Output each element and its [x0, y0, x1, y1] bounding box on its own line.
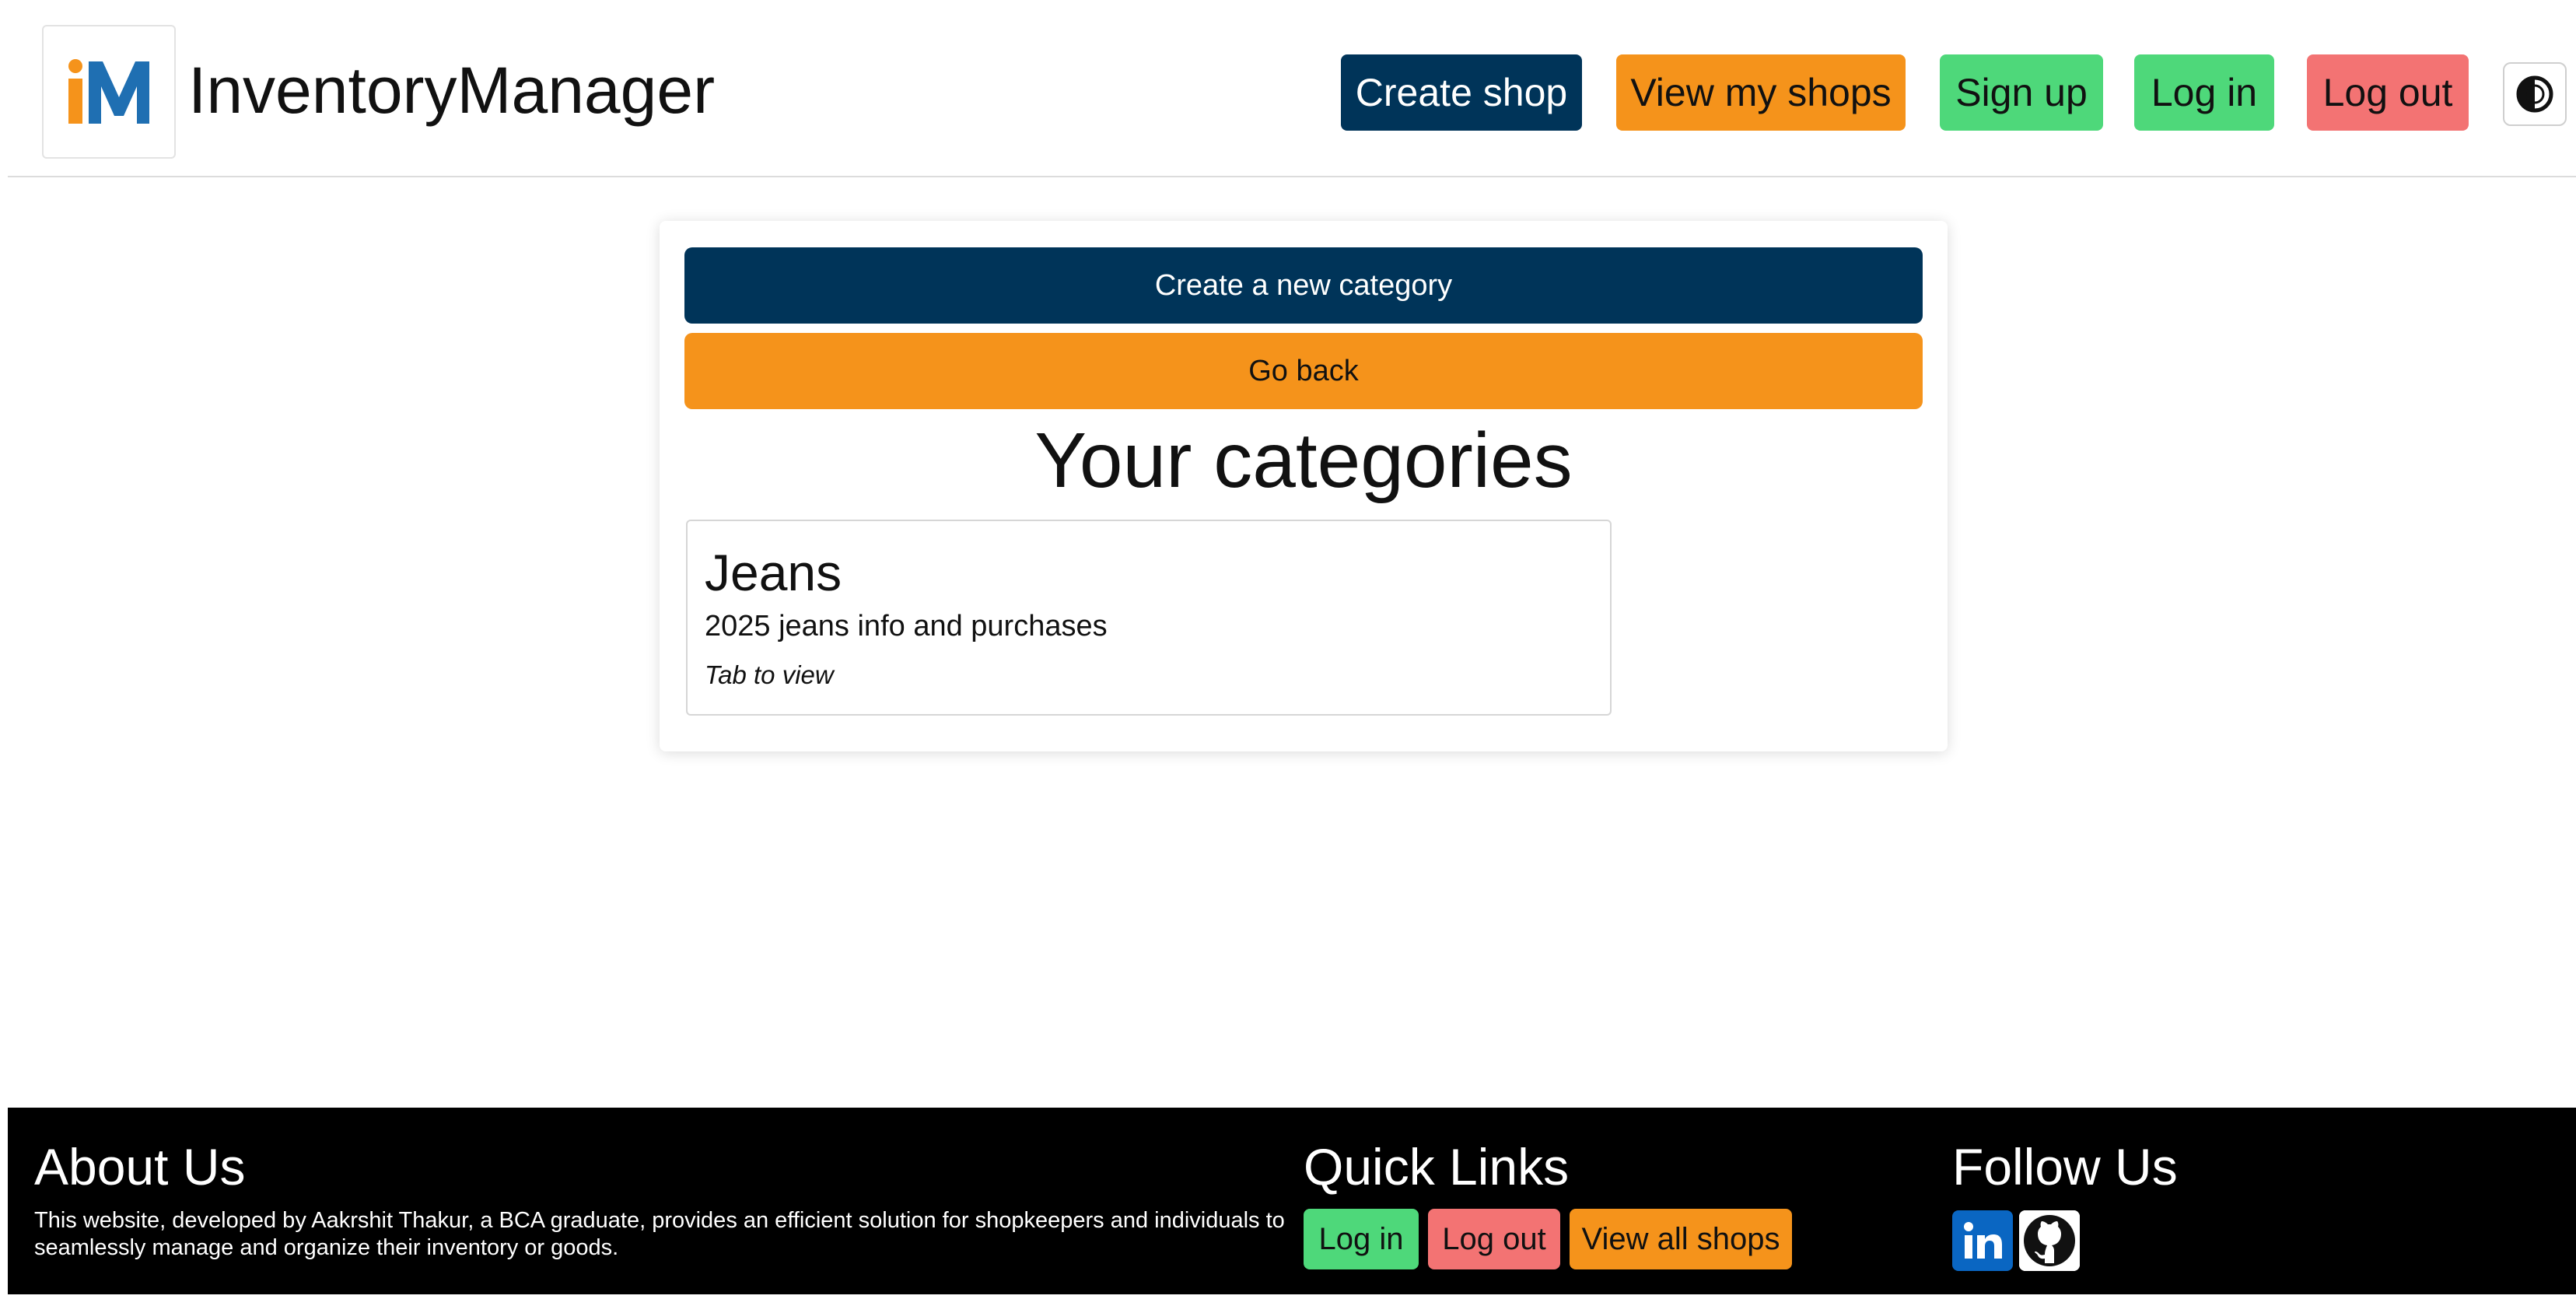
contrast-icon	[2516, 75, 2553, 113]
logo-icon[interactable]	[42, 25, 176, 159]
footer-view-all-shops-button[interactable]: View all shops	[1570, 1209, 1792, 1269]
go-back-button[interactable]: Go back	[684, 333, 1923, 409]
log-out-button[interactable]: Log out	[2307, 54, 2469, 131]
linkedin-icon[interactable]	[1952, 1210, 2013, 1271]
create-shop-button[interactable]: Create shop	[1341, 54, 1582, 131]
quick-links-heading: Quick Links	[1304, 1138, 1570, 1196]
page-title: Your categories	[1034, 417, 1573, 504]
category-card-jeans[interactable]: Jeans 2025 jeans info and purchases Tab …	[686, 520, 1612, 716]
view-my-shops-button[interactable]: View my shops	[1616, 54, 1906, 131]
category-hint: Tab to view	[705, 660, 834, 689]
footer-log-in-button[interactable]: Log in	[1304, 1209, 1419, 1269]
im-logo-icon	[68, 59, 149, 124]
about-heading: About Us	[34, 1138, 246, 1196]
sign-up-button[interactable]: Sign up	[1940, 54, 2103, 131]
log-in-button[interactable]: Log in	[2134, 54, 2274, 131]
brand-name[interactable]: InventoryManager	[188, 51, 715, 129]
categories-card: Create a new category Go back Your categ…	[660, 221, 1948, 751]
category-name: Jeans	[705, 544, 842, 601]
footer-log-out-button[interactable]: Log out	[1428, 1209, 1560, 1269]
follow-us-heading: Follow Us	[1952, 1138, 2178, 1196]
site-header: InventoryManager Create shop View my sho…	[8, 0, 2576, 177]
theme-toggle-button[interactable]	[2503, 62, 2567, 126]
site-footer: About Us This website, developed by Aakr…	[8, 1108, 2576, 1294]
create-category-button[interactable]: Create a new category	[684, 247, 1923, 324]
category-description: 2025 jeans info and purchases	[705, 610, 1108, 642]
github-icon[interactable]	[2019, 1210, 2080, 1271]
about-text: This website, developed by Aakrshit Thak…	[34, 1208, 1285, 1260]
